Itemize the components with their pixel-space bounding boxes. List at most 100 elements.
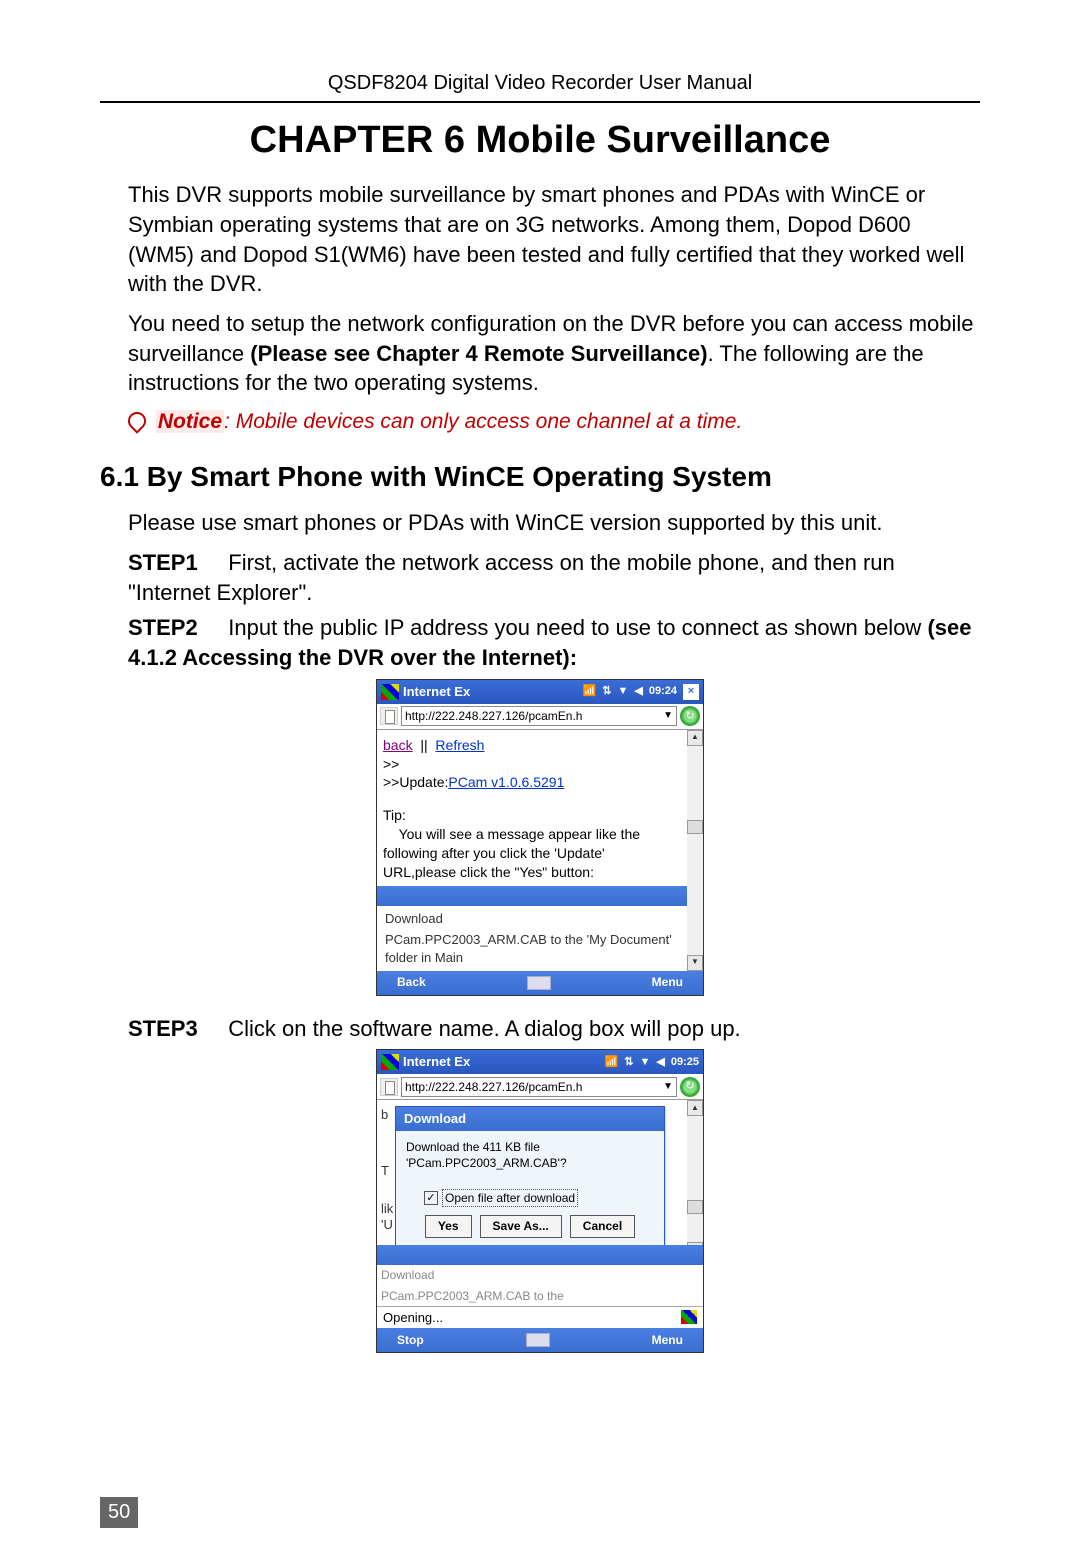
- step1-label: STEP1: [128, 550, 198, 575]
- ss2-bottom-bar: Stop Menu: [377, 1328, 703, 1352]
- filter-icon: ▼: [618, 684, 629, 699]
- checkbox-icon[interactable]: ✓: [424, 1191, 438, 1205]
- ss1-download-file: PCam.PPC2003_ARM.CAB to the 'My Document…: [383, 929, 681, 968]
- opening-bar: Opening...: [377, 1306, 703, 1329]
- page-number: 50: [100, 1497, 138, 1528]
- header-rule: [100, 101, 980, 103]
- dialog-title: Download: [396, 1107, 664, 1131]
- flag-icon: [681, 1310, 697, 1324]
- ss2-bluebar: [377, 1245, 703, 1265]
- softkey-back[interactable]: Back: [397, 974, 426, 990]
- scroll-thumb[interactable]: [687, 1200, 703, 1214]
- scroll-thumb[interactable]: [687, 820, 703, 834]
- filter-icon: ▼: [640, 1055, 651, 1070]
- page-icon: [380, 1078, 398, 1096]
- start-flag-icon[interactable]: [381, 1054, 399, 1070]
- update-prefix: >>Update:: [383, 774, 448, 790]
- intro-paragraph: This DVR supports mobile surveillance by…: [128, 180, 980, 299]
- step3: STEP3 Click on the software name. A dial…: [128, 1014, 980, 1044]
- yes-button[interactable]: Yes: [425, 1215, 472, 1237]
- section-title: 6.1 By Smart Phone with WinCE Operating …: [100, 458, 980, 496]
- network-icon: ⇅: [602, 684, 611, 699]
- chapter-title: CHAPTER 6 Mobile Surveillance: [100, 115, 980, 166]
- refresh-link[interactable]: Refresh: [435, 737, 484, 753]
- back-link[interactable]: back: [383, 737, 413, 753]
- section-intro: Please use smart phones or PDAs with Win…: [128, 508, 980, 538]
- step1: STEP1 First, activate the network access…: [128, 548, 980, 607]
- bg-text: T: [381, 1162, 389, 1180]
- notice-text: : Mobile devices can only access one cha…: [224, 410, 742, 433]
- softkey-menu[interactable]: Menu: [652, 974, 683, 990]
- signal-icon: 📶: [605, 1055, 619, 1070]
- ss1-app-title: Internet Ex: [403, 683, 470, 701]
- close-icon[interactable]: ×: [683, 684, 699, 700]
- ss2-content: ▲ ▼ b T lik 'U Download Download the 411…: [377, 1100, 703, 1328]
- step2-label: STEP2: [128, 615, 198, 640]
- scroll-up-icon[interactable]: ▲: [687, 730, 703, 746]
- ss2-download-area: Download PCam.PPC2003_ARM.CAB to the Ope…: [377, 1245, 703, 1328]
- softkey-menu[interactable]: Menu: [652, 1332, 683, 1348]
- dialog-message: Download the 411 KB file 'PCam.PPC2003_A…: [406, 1139, 654, 1171]
- ss2-address-bar: http://222.248.227.126/pcamEn.h ▼ ↻: [377, 1074, 703, 1100]
- ss2-status-icons: 📶 ⇅ ▼ ◀ 09:25: [605, 1055, 699, 1070]
- tip-text: You will see a message appear like the f…: [383, 825, 681, 882]
- ss2-time: 09:25: [671, 1055, 699, 1070]
- bg-text: lik: [381, 1200, 393, 1218]
- download-dialog: Download Download the 411 KB file 'PCam.…: [395, 1106, 665, 1248]
- go-button[interactable]: ↻: [680, 1077, 700, 1097]
- ss1-bluebar: [377, 886, 687, 906]
- softkey-stop[interactable]: Stop: [397, 1332, 424, 1348]
- url-input[interactable]: http://222.248.227.126/pcamEn.h ▼: [401, 1077, 677, 1097]
- step3-text: Click on the software name. A dialog box…: [228, 1016, 740, 1041]
- cancel-button[interactable]: Cancel: [570, 1215, 635, 1237]
- url-dropdown-icon[interactable]: ▼: [663, 709, 673, 723]
- volume-icon: ◀: [656, 1055, 664, 1070]
- checkbox-label: Open file after download: [442, 1189, 578, 1207]
- ss1-status-icons: 📶 ⇅ ▼ ◀ 09:24 ×: [583, 684, 699, 700]
- ss1-address-bar: http://222.248.227.126/pcamEn.h ▼ ↻: [377, 704, 703, 730]
- update-link[interactable]: PCam v1.0.6.5291: [448, 774, 564, 790]
- keyboard-icon[interactable]: [526, 1333, 550, 1347]
- volume-icon: ◀: [634, 684, 642, 699]
- setup-paragraph: You need to setup the network configurat…: [128, 309, 980, 398]
- url-dropdown-icon[interactable]: ▼: [663, 1080, 673, 1094]
- ss1-time: 09:24: [649, 684, 677, 699]
- opening-text: Opening...: [383, 1309, 443, 1327]
- ss2-dl-text2: PCam.PPC2003_ARM.CAB to the: [377, 1286, 703, 1306]
- bg-text: b: [381, 1106, 388, 1124]
- scroll-up-icon[interactable]: ▲: [687, 1100, 703, 1116]
- notice-label: Notice: [156, 410, 224, 433]
- ss2-app-title: Internet Ex: [403, 1053, 470, 1071]
- step1-text: First, activate the network access on th…: [128, 550, 895, 605]
- page-icon: [380, 707, 398, 725]
- signal-icon: 📶: [583, 684, 597, 699]
- ss1-content: ▲ ▼ back || Refresh >> >>Update:PCam v1.…: [377, 730, 703, 971]
- setup-text-b: (Please see Chapter 4 Remote Surveillanc…: [250, 341, 707, 366]
- ss2-url: http://222.248.227.126/pcamEn.h: [405, 1079, 582, 1095]
- url-input[interactable]: http://222.248.227.126/pcamEn.h ▼: [401, 706, 677, 726]
- step2-text-a: Input the public IP address you need to …: [228, 615, 927, 640]
- network-icon: ⇅: [624, 1055, 633, 1070]
- ss1-titlebar: Internet Ex 📶 ⇅ ▼ ◀ 09:24 ×: [377, 680, 703, 704]
- keyboard-icon[interactable]: [527, 976, 551, 990]
- ss2-dl-text1: Download: [377, 1265, 703, 1285]
- notice-line: Notice: Mobile devices can only access o…: [128, 408, 980, 436]
- scroll-down-icon[interactable]: ▼: [687, 955, 703, 971]
- tip-label: Tip:: [383, 806, 681, 825]
- open-after-download-checkbox[interactable]: ✓ Open file after download: [424, 1189, 654, 1207]
- wince-screenshot-1: Internet Ex 📶 ⇅ ▼ ◀ 09:24 × http://222.2…: [376, 679, 704, 996]
- save-as-button[interactable]: Save As...: [480, 1215, 562, 1237]
- hand-icon: [124, 408, 149, 433]
- doc-header: QSDF8204 Digital Video Recorder User Man…: [100, 70, 980, 97]
- ss2-titlebar: Internet Ex 📶 ⇅ ▼ ◀ 09:25: [377, 1050, 703, 1074]
- step2: STEP2 Input the public IP address you ne…: [128, 613, 980, 672]
- ss1-url: http://222.248.227.126/pcamEn.h: [405, 708, 582, 724]
- start-flag-icon[interactable]: [381, 684, 399, 700]
- ss1-bottom-bar: Back Menu: [377, 971, 703, 995]
- step3-label: STEP3: [128, 1016, 198, 1041]
- ss1-download-label: Download: [383, 908, 681, 930]
- go-button[interactable]: ↻: [680, 706, 700, 726]
- wince-screenshot-2: Internet Ex 📶 ⇅ ▼ ◀ 09:25 http://222.248…: [376, 1049, 704, 1353]
- bg-text: 'U: [381, 1216, 393, 1234]
- ss1-arrows: >>: [383, 755, 681, 774]
